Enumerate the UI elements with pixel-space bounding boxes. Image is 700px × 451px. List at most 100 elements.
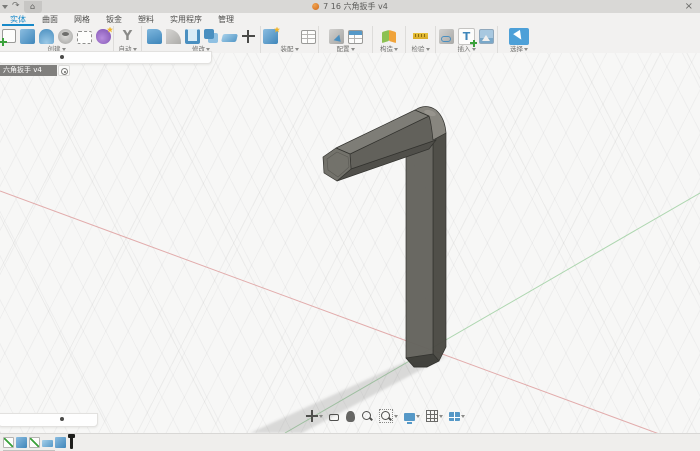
split-icon[interactable]: [221, 34, 238, 42]
navigation-bar: [305, 408, 466, 424]
ribbon-group-inspect: 检验: [406, 26, 436, 53]
revolve-icon[interactable]: [39, 29, 54, 44]
ribbon-group-icons: [147, 27, 256, 45]
tab-surface[interactable]: 曲面: [34, 13, 66, 26]
display-button[interactable]: [403, 411, 421, 422]
handle-dot-icon: [60, 417, 64, 421]
pan-button[interactable]: [344, 410, 356, 423]
group-label-text: 插入: [458, 46, 471, 53]
timeline-feature-extrude[interactable]: [55, 437, 66, 448]
look-at-icon: [329, 414, 339, 421]
timeline-feature-extrude[interactable]: [16, 437, 27, 448]
redo-icon[interactable]: ↷: [12, 0, 20, 13]
chevron-down-icon: [416, 415, 420, 420]
group-label-text: 配置: [337, 46, 350, 53]
zoom-button[interactable]: [360, 409, 374, 423]
tab-manage[interactable]: 管理: [210, 13, 242, 26]
create-sketch-icon[interactable]: [2, 29, 16, 43]
joint-icon[interactable]: [282, 29, 297, 44]
ribbon-group-icons: T: [439, 27, 494, 45]
ribbon-toolbar: 创建Y自动修改装配配置构造检验T插入选择: [0, 26, 700, 54]
ribbon-group-icons: [509, 27, 529, 45]
ribbon-group-label[interactable]: 检验: [412, 45, 430, 53]
group-label-text: 检验: [412, 46, 425, 53]
browser-document-node[interactable]: 六角扳手 v4: [0, 65, 57, 76]
chevron-down-icon: [461, 415, 465, 420]
home-button[interactable]: ⌂: [24, 1, 42, 13]
config-table-icon[interactable]: [348, 30, 363, 44]
move-icon[interactable]: [241, 29, 256, 44]
new-component-icon[interactable]: [263, 29, 278, 44]
tab-solid[interactable]: 实体: [2, 13, 34, 26]
tab-plastic[interactable]: 塑料: [130, 13, 162, 26]
shell-icon[interactable]: [185, 29, 200, 44]
press-pull-icon[interactable]: [147, 29, 162, 44]
handle-dot-icon: [60, 55, 64, 59]
zoom-icon: [361, 410, 373, 422]
canvas-icon[interactable]: [479, 29, 494, 44]
grid-button[interactable]: [425, 409, 444, 423]
ribbon-group-automate: Y自动: [114, 26, 142, 53]
grid-icon: [426, 410, 438, 422]
decal-icon[interactable]: [439, 29, 454, 44]
ribbon-group-configure: 配置: [319, 26, 373, 53]
title-bar: ↷ ⌂ 7 16 六角扳手 v4 ×: [0, 0, 700, 14]
viewport-canvas[interactable]: 六角扳手 v4: [0, 53, 700, 433]
ribbon-group-select: 选择: [498, 26, 540, 53]
pattern-icon[interactable]: [77, 31, 92, 44]
display-icon: [404, 413, 415, 421]
ribbon-group-icons: [2, 27, 111, 45]
ribbon-group-icons: Y: [120, 27, 135, 45]
chevron-down-icon: [394, 415, 398, 420]
extrude-icon[interactable]: [20, 29, 35, 44]
ribbon-group-create: 创建: [0, 26, 114, 53]
hex-key-model[interactable]: [323, 107, 446, 368]
group-label-text: 构造: [380, 46, 393, 53]
insert-mesh-icon[interactable]: T: [458, 28, 475, 45]
fit-icon: [379, 409, 393, 423]
tab-sheet-metal[interactable]: 钣金: [98, 13, 130, 26]
timeline: [3, 436, 73, 449]
quick-access-toolbar: ↷ ⌂: [2, 0, 42, 13]
pan-icon: [346, 411, 355, 422]
timeline-playhead[interactable]: [70, 436, 73, 449]
construct-plane-icon[interactable]: [382, 29, 397, 44]
table-icon[interactable]: [301, 30, 316, 44]
document-tab[interactable]: 7 16 六角扳手 v4: [312, 0, 388, 13]
hole-icon[interactable]: [58, 29, 73, 44]
ribbon-group-label[interactable]: 构造: [380, 45, 398, 53]
configuration-icon[interactable]: [329, 29, 344, 44]
chevron-down-icon: [439, 415, 443, 420]
look-at-button[interactable]: [328, 411, 340, 422]
select-icon[interactable]: [509, 28, 529, 45]
home-icon: ⌂: [30, 2, 35, 11]
ribbon-group-insert: T插入: [436, 26, 498, 53]
timeline-feature-sketch[interactable]: [29, 437, 40, 448]
timeline-panel-handle[interactable]: [0, 413, 98, 427]
fit-button[interactable]: [378, 408, 399, 424]
document-title: 7 16 六角扳手 v4: [323, 1, 388, 12]
viewports-button[interactable]: [448, 410, 466, 422]
menu-caret-icon[interactable]: [2, 5, 8, 12]
timeline-feature-sketch[interactable]: [3, 437, 14, 448]
timeline-feature-sweep[interactable]: [42, 440, 53, 447]
model-scene: [0, 53, 700, 433]
fusion-window: ↷ ⌂ 7 16 六角扳手 v4 × 实体曲面网格钣金塑料实用程序管理 创建Y自…: [0, 0, 700, 451]
visibility-eye-icon[interactable]: [58, 65, 70, 76]
automate-icon[interactable]: Y: [120, 29, 135, 44]
orbit-button[interactable]: [305, 409, 324, 423]
group-label-text: 选择: [510, 46, 523, 53]
combine-icon[interactable]: [204, 29, 214, 39]
fillet-icon[interactable]: [166, 29, 181, 44]
form-icon[interactable]: [96, 29, 111, 44]
close-icon[interactable]: ×: [685, 0, 693, 13]
tab-utilities[interactable]: 实用程序: [162, 13, 210, 26]
ribbon-group-modify: 修改: [142, 26, 261, 53]
tab-mesh[interactable]: 网格: [66, 13, 98, 26]
measure-icon[interactable]: [413, 29, 428, 44]
browser-panel-handle[interactable]: [0, 51, 212, 64]
group-label-text: 装配: [281, 46, 294, 53]
viewports-icon: [449, 412, 460, 421]
ribbon-group-label[interactable]: 装配: [281, 45, 299, 53]
ribbon-group-label[interactable]: 选择: [510, 45, 528, 53]
